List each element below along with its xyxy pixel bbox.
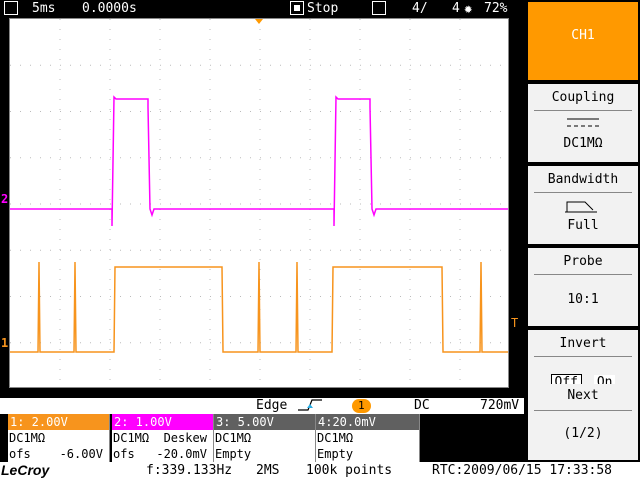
ch3-scale: 3: 5.00V [214,414,315,430]
probe-button[interactable]: Probe 10:1 [528,248,638,326]
coupling-button[interactable]: Coupling DC1MΩ [528,84,638,162]
status-bar: 5ms 0.0000s Stop 4/ 4 ✹ 72% [0,0,524,18]
record-length: 100k points [306,463,393,478]
trigger-position-icon [255,19,263,24]
ch2-waveform [10,95,508,227]
probe-value: 10:1 [567,292,599,307]
bandwidth-value: Full [567,218,599,233]
timebase-readout: 5ms [32,1,56,16]
delay-readout: 0.0000s [82,1,137,16]
coupling-value: DC1MΩ [563,136,603,151]
trigger-coupling: DC [414,398,430,413]
bandwidth-button[interactable]: Bandwidth Full [528,166,638,244]
waveform-display[interactable] [9,18,509,388]
bandwidth-label: Bandwidth [547,172,619,187]
brightness-icon: ✹ [464,1,473,17]
timebase-icon [4,1,18,19]
trigger-type: Edge [256,398,288,413]
acquisition-count: 4/ [412,1,428,16]
ch2-offset-marker[interactable]: 2 [1,192,8,206]
ch1-offset: ofs -6.00V [9,447,103,461]
acquisition-status-bar: LeCroy f:339.133Hz 2MS 100k points RTC:2… [0,462,640,480]
ch3-coupling: DC1MΩ [215,431,252,445]
ch1-info-box[interactable]: 1: 2.00V DC1MΩ ofs -6.00V [8,414,110,462]
ch4-status: Empty [317,447,354,461]
battery-level: 72% [484,1,508,16]
ch2-coupling: DC1MΩ Deskew [113,431,207,445]
coupling-label: Coupling [551,90,615,105]
ch2-offset: ofs -20.0mV [113,447,207,461]
acquisition-total: 4 [452,1,460,16]
dc-coupling-icon [567,118,599,127]
ch1-menu-label: CH1 [571,28,595,43]
ch1-waveform [10,261,508,353]
trigger-level-marker[interactable]: T [511,316,518,330]
sample-rate: 2MS [256,463,280,478]
trigger-level: 720mV [480,398,520,413]
rtc-clock: RTC:2009/06/15 17:33:58 [432,463,613,478]
ch4-coupling: DC1MΩ [317,431,354,445]
trigger-info[interactable]: Edge 1 DC 720mV [0,398,524,414]
next-page-button[interactable]: Next (1/2) [528,384,638,460]
next-label: Next [567,388,599,403]
waveform-traces [10,95,508,353]
ch1-menu-title[interactable]: CH1 [528,2,638,80]
ch1-offset-marker[interactable]: 1 [1,336,8,350]
next-page-indicator: (1/2) [563,426,603,441]
ch1-scale: 1: 2.00V [8,414,109,430]
sequence-icon [372,1,386,19]
frequency-readout: f:339.133Hz [146,463,233,478]
run-state: Stop [307,1,339,16]
lecroy-logo: LeCroy [1,462,50,478]
ch3-info-box[interactable]: 3: 5.00V DC1MΩ Empty [214,414,316,462]
ch3-status: Empty [215,447,252,461]
softkey-menu: CH1 Coupling DC1MΩ Bandwidth Full Probe … [526,0,640,462]
ch4-info-box[interactable]: 4:20.0mV DC1MΩ Empty [316,414,420,462]
ch1-coupling: DC1MΩ [9,431,46,445]
bandwidth-filter-icon [565,201,597,213]
trigger-source: 1 [352,399,371,413]
ch4-scale: 4:20.0mV [316,414,419,430]
ch2-info-box[interactable]: 2: 1.00V DC1MΩ Deskew ofs -20.0mV [112,414,214,462]
probe-label: Probe [563,254,603,269]
invert-label: Invert [559,336,607,351]
ch2-scale: 2: 1.00V [112,414,213,430]
run-state-icon [290,1,304,19]
